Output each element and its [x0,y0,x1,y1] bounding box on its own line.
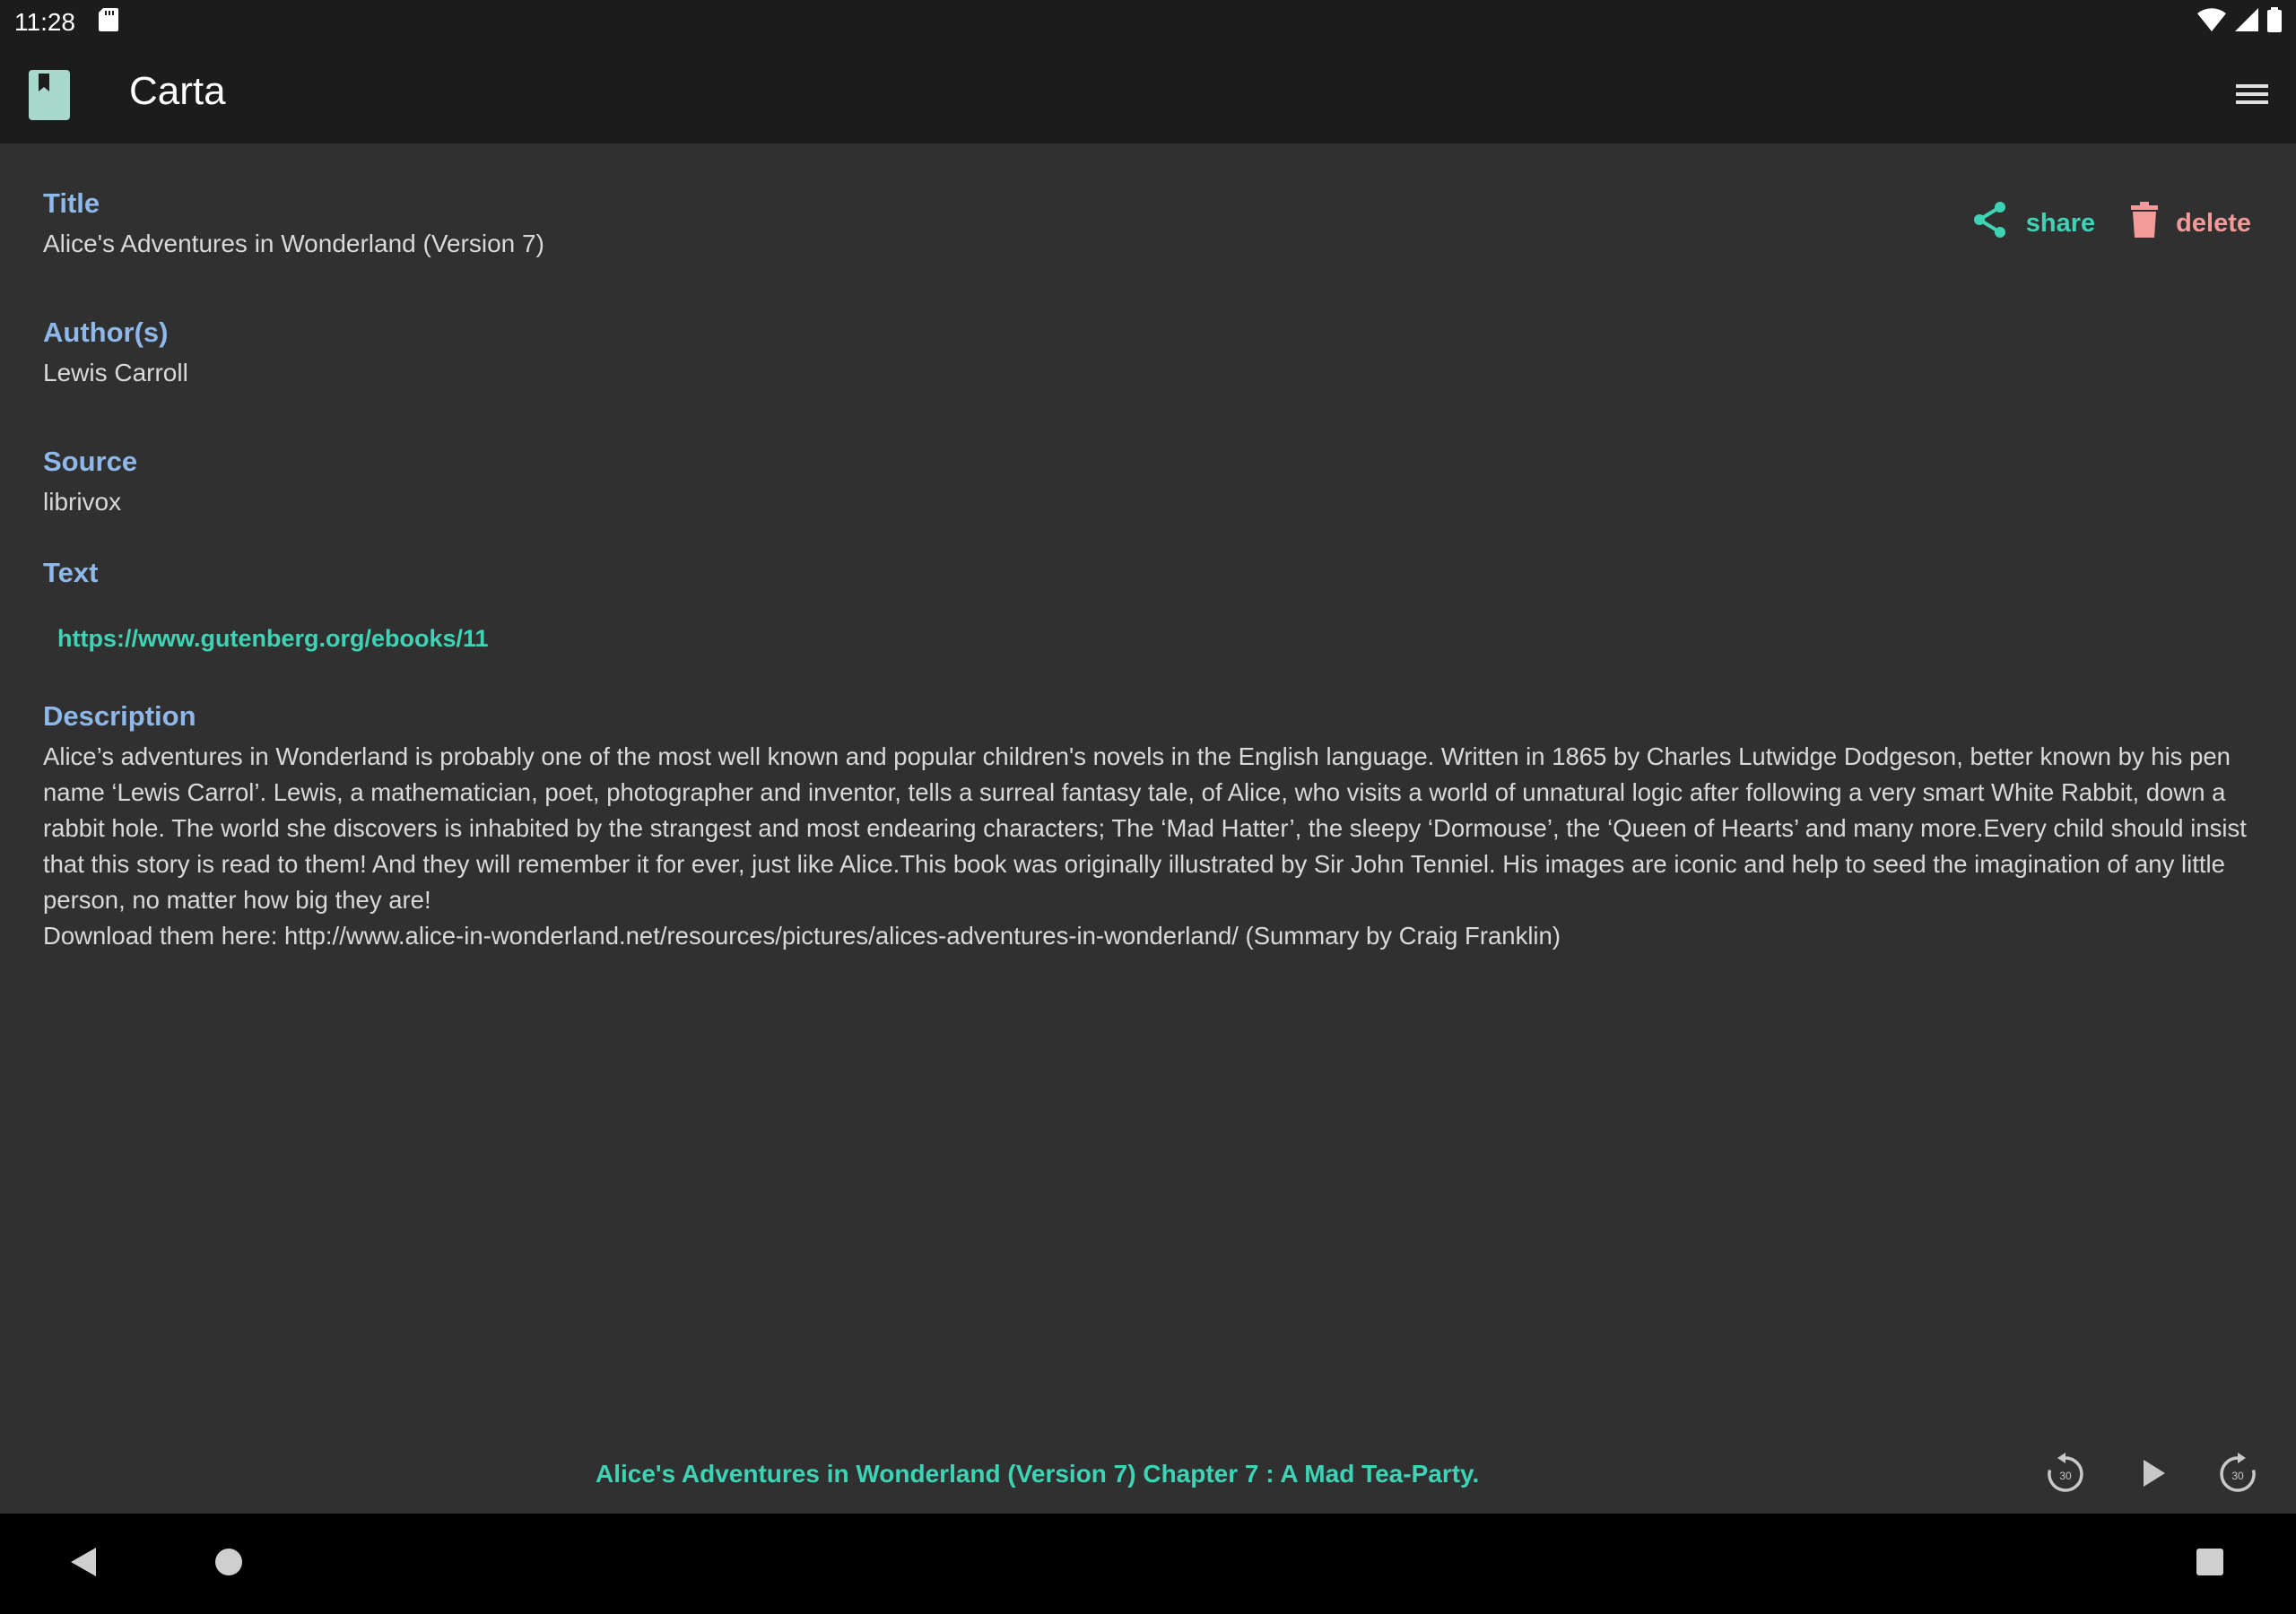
status-time: 11:28 [14,8,75,36]
title-label: Title [43,187,100,219]
recents-button[interactable] [2187,1540,2233,1587]
source-label: Source [43,446,138,477]
home-circle-icon [214,1548,243,1581]
book-source: librivox [43,488,122,516]
book-icon [29,70,70,120]
text-label: Text [43,557,99,588]
back-triangle-icon [71,1547,98,1581]
battery-icon [2267,6,2282,39]
share-icon [1972,201,2008,246]
recents-square-icon [2196,1548,2223,1580]
app-title: Carta [129,69,226,113]
description-download-line: Download them here: http://www.alice-in-… [43,922,1561,950]
description-label: Description [43,700,196,732]
share-button[interactable]: share [1972,201,2095,246]
book-title: Alice's Adventures in Wonderland (Versio… [43,230,544,257]
wifi-icon [2197,7,2226,38]
back-button[interactable] [61,1540,108,1587]
text-link-button[interactable]: https://www.gutenberg.org/ebooks/11 [57,620,489,656]
sd-card-icon [99,7,118,38]
status-bar: 11:28 [0,0,2296,45]
signal-icon [2235,7,2258,38]
forward-seconds: 30 [2231,1470,2244,1482]
system-nav-bar [0,1514,2296,1614]
now-playing-title[interactable]: Alice's Adventures in Wonderland (Versio… [596,1456,1479,1492]
replay-30-icon: 30 [2045,1452,2086,1498]
share-label: share [2025,208,2096,238]
play-icon [2140,1458,2167,1493]
mini-player: Alice's Adventures in Wonderland (Versio… [0,1435,2296,1514]
delete-label: delete [2176,208,2251,238]
trash-icon [2131,202,2159,245]
author-label: Author(s) [43,317,169,348]
forward-30-button[interactable]: 30 [2213,1451,2262,1499]
home-button[interactable] [205,1540,252,1587]
rewind-seconds: 30 [2059,1470,2072,1482]
book-description: Alice’s adventures in Wonderland is prob… [43,739,2253,954]
app-bar: Carta [0,45,2296,143]
book-actions: share delete [1972,201,2251,246]
rewind-30-button[interactable]: 30 [2041,1451,2090,1499]
delete-button[interactable]: delete [2131,202,2251,245]
book-author: Lewis Carroll [43,359,188,386]
play-button[interactable] [2129,1451,2178,1499]
forward-30-icon: 30 [2217,1452,2258,1498]
hamburger-menu-icon[interactable] [2230,74,2274,115]
description-paragraph: Alice’s adventures in Wonderland is prob… [43,742,2247,914]
